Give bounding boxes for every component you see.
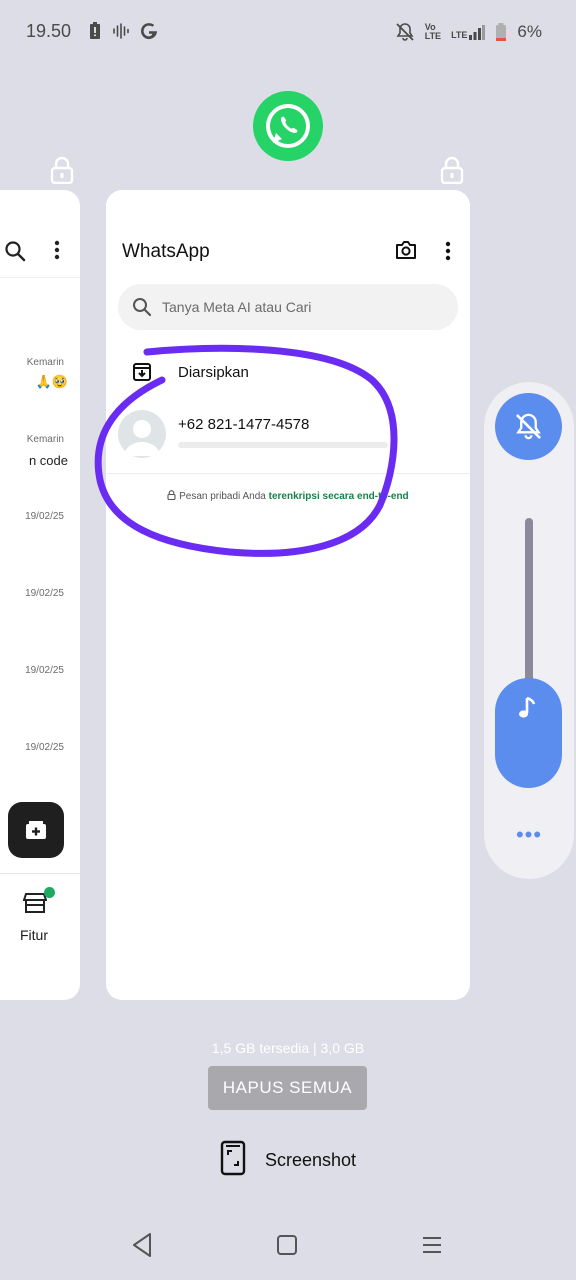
divider — [0, 277, 80, 278]
default-avatar-icon — [124, 420, 160, 456]
lock-icon-main[interactable] — [440, 156, 464, 189]
volte-icon: Vo LTE — [424, 22, 442, 41]
divider — [106, 473, 470, 474]
silent-bell-icon — [396, 23, 414, 41]
archive-icon[interactable] — [132, 362, 152, 382]
archived-row-label[interactable]: Diarsipkan — [178, 364, 249, 381]
status-left-icons — [88, 22, 158, 40]
chat-snippet: n code — [28, 453, 68, 468]
clear-all-button[interactable]: HAPUS SEMUA — [208, 1066, 367, 1110]
search-icon — [133, 298, 152, 317]
lte-signal-icon: LTE — [451, 24, 486, 40]
chat-time: Kemarin — [26, 357, 64, 368]
chat-time: 19/02/25 — [25, 665, 64, 676]
battery-percent: 6% — [517, 22, 542, 41]
message-preview-placeholder — [178, 442, 388, 448]
new-chat-fab[interactable] — [8, 802, 64, 858]
music-note-icon — [519, 696, 536, 718]
store-icon[interactable] — [23, 892, 47, 914]
encryption-text: Pesan pribadi Anda — [179, 491, 269, 502]
volume-slider-knob[interactable] — [495, 678, 562, 788]
search-bar[interactable]: Tanya Meta AI atau Cari — [118, 284, 458, 330]
add-box-icon — [26, 821, 46, 839]
tab-fitur-label[interactable]: Fitur — [20, 927, 48, 943]
whatsapp-logo-icon — [266, 104, 310, 148]
bottom-nav-divider — [0, 873, 80, 874]
camera-icon[interactable] — [395, 240, 417, 260]
avatar[interactable] — [118, 410, 166, 458]
encryption-link[interactable]: terenkripsi secara end-to-end — [269, 491, 409, 502]
whatsapp-app-icon[interactable] — [253, 91, 323, 161]
status-time: 19.50 — [26, 21, 72, 41]
search-placeholder: Tanya Meta AI atau Cari — [162, 299, 312, 315]
status-right-icons: Vo LTE LTE 6% — [395, 22, 542, 42]
chat-time: Kemarin — [26, 434, 64, 445]
chat-contact-name[interactable]: +62 821-1477-4578 — [178, 416, 309, 433]
home-nav-icon[interactable] — [272, 1230, 302, 1260]
lock-icon-left[interactable] — [50, 156, 74, 189]
silent-bell-icon — [515, 413, 542, 440]
small-lock-icon — [167, 490, 176, 501]
screenshot-label[interactable]: Screenshot — [265, 1150, 356, 1171]
google-icon — [141, 23, 157, 40]
screenshot-icon[interactable] — [220, 1140, 246, 1176]
app-title: WhatsApp — [122, 241, 210, 262]
battery-icon — [496, 23, 507, 41]
notification-dot — [44, 887, 55, 898]
back-nav-icon[interactable] — [128, 1230, 158, 1260]
encryption-notice[interactable]: Pesan pribadi Anda terenkripsi secara en… — [106, 490, 470, 502]
emoji-snippet: 🙏🥹 — [35, 374, 68, 389]
whatsapp-app-card[interactable]: WhatsApp Tanya Meta AI atau Cari Diarsip… — [106, 190, 470, 1000]
chat-time: 19/02/25 — [25, 511, 64, 522]
search-icon[interactable] — [4, 240, 26, 262]
ringer-toggle-button[interactable] — [495, 393, 562, 460]
battery-alert-icon — [90, 22, 100, 39]
volume-panel: ••• — [484, 382, 574, 879]
chat-time: 19/02/25 — [25, 588, 64, 599]
more-vert-icon[interactable] — [54, 240, 60, 260]
recents-menu-icon[interactable] — [417, 1230, 447, 1260]
memory-info: 1,5 GB tersedia | 3,0 GB — [211, 1040, 365, 1056]
previous-app-card[interactable]: Kemarin 🙏🥹 Kemarin n code 19/02/25 19/02… — [0, 190, 80, 1000]
more-vert-icon[interactable] — [445, 241, 451, 261]
more-settings-icon[interactable]: ••• — [484, 822, 574, 848]
voice-wave-icon — [113, 23, 129, 39]
chat-time: 19/02/25 — [25, 742, 64, 753]
